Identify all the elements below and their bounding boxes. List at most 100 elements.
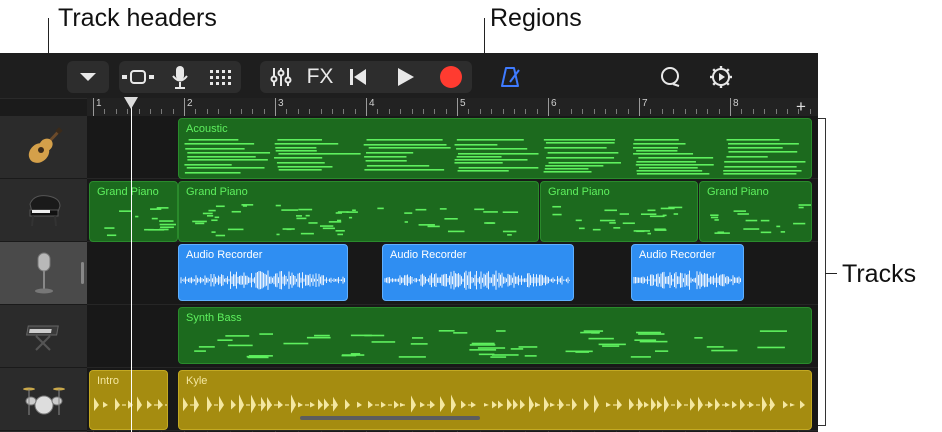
ruler[interactable]: 1 2 3 4 5 6 7 8 (87, 98, 818, 116)
ruler-bar-tick (639, 98, 640, 116)
ruler-minor-tick (775, 109, 777, 114)
record-button[interactable] (433, 61, 469, 93)
region-grand-piano[interactable]: Grand Piano (699, 181, 812, 242)
ruler-minor-tick (422, 109, 424, 114)
garageband-window: FX 1 2 3 4 5 6 7 8 + Acoustic Grand Pian… (0, 53, 818, 432)
settings-icon (710, 66, 732, 88)
playhead-handle[interactable] (124, 97, 138, 109)
region-audio-recorder[interactable]: Audio Recorder (382, 244, 574, 301)
synth-keyboard-icon (25, 325, 59, 351)
ruler-minor-tick (502, 109, 504, 114)
leader-line-tracks (825, 273, 837, 274)
midi-notes (104, 207, 176, 237)
play-button[interactable] (387, 61, 423, 93)
loop-browser-button[interactable] (652, 61, 688, 93)
ruler-bar-tick (275, 98, 276, 116)
acoustic-guitar-icon (28, 127, 63, 163)
drummer-pattern (183, 394, 805, 414)
mixer-button[interactable] (263, 61, 299, 93)
smart-controls-button[interactable] (203, 61, 239, 93)
region-grand-piano[interactable]: Grand Piano (178, 181, 539, 242)
track-header-audio-recorder[interactable] (0, 242, 87, 305)
ruler-bar-number: 2 (187, 98, 193, 109)
ruler-minor-tick (513, 109, 515, 114)
ruler-bar-tick (93, 98, 94, 116)
loop-icon (661, 67, 680, 87)
midi-notes (192, 204, 519, 237)
callout-track-headers: Track headers (58, 4, 217, 32)
ruler-minor-tick (627, 109, 629, 114)
region-drummer-kyle[interactable]: Kyle (178, 370, 812, 430)
region-drummer-intro[interactable]: Intro (89, 370, 168, 430)
ruler-minor-tick (536, 109, 538, 114)
region-grand-piano[interactable]: Grand Piano (89, 181, 178, 242)
horizontal-scrollbar[interactable] (300, 416, 480, 420)
ruler-minor-tick (206, 109, 208, 114)
ruler-minor-tick (263, 109, 265, 114)
ruler-minor-tick (764, 109, 766, 114)
ruler-bar-tick (184, 98, 185, 116)
ruler-bar-tick (548, 98, 549, 116)
region-grand-piano[interactable]: Grand Piano (540, 181, 698, 242)
drum-kit-icon (22, 387, 65, 415)
ruler-minor-tick (673, 109, 675, 114)
ruler-minor-tick (684, 109, 686, 114)
control-bar: FX (0, 53, 818, 99)
ruler-minor-tick (252, 109, 254, 114)
region-acoustic[interactable]: Acoustic (178, 118, 812, 179)
midi-notes (710, 204, 811, 234)
ruler-minor-tick (172, 109, 174, 114)
ruler-minor-tick (161, 109, 163, 114)
ruler-minor-tick (377, 109, 379, 114)
callout-regions: Regions (490, 4, 582, 32)
ruler-minor-tick (786, 109, 788, 114)
audio-waveform (384, 270, 570, 290)
mic-button[interactable] (162, 61, 198, 93)
drummer-pattern (94, 396, 167, 412)
ruler-bar-number: 4 (369, 98, 375, 109)
metronome-icon (501, 67, 520, 87)
track-header-grand-piano[interactable] (0, 179, 87, 242)
settings-button[interactable] (703, 61, 739, 93)
grid-icon (210, 70, 231, 85)
ruler-minor-tick (354, 109, 356, 114)
ruler-minor-tick (240, 109, 242, 114)
ruler-minor-tick (331, 109, 333, 114)
midi-notes (552, 205, 683, 235)
ruler-minor-tick (115, 109, 117, 114)
ruler-bar-number: 3 (278, 98, 284, 109)
track-resize-handle[interactable] (81, 262, 84, 284)
ruler-minor-tick (718, 109, 720, 114)
ruler-minor-tick (104, 109, 106, 114)
chevron-down-icon (80, 73, 96, 81)
region-synth-bass[interactable]: Synth Bass (178, 307, 812, 364)
ruler-minor-tick (411, 109, 413, 114)
track-header-synth-bass[interactable] (0, 305, 87, 368)
ruler-minor-tick (491, 109, 493, 114)
ruler-bar-number: 5 (460, 98, 466, 109)
add-section-button[interactable]: + (792, 98, 810, 116)
ruler-minor-tick (604, 109, 606, 114)
ruler-minor-tick (343, 109, 345, 114)
browser-menu-button[interactable] (70, 61, 106, 93)
ruler-minor-tick (195, 109, 197, 114)
fx-button[interactable]: FX (302, 61, 338, 93)
ruler-minor-tick (650, 109, 652, 114)
view-toggle-button[interactable] (120, 61, 156, 93)
grand-piano-icon (28, 195, 61, 227)
ruler-minor-tick (570, 109, 572, 114)
ruler-minor-tick (582, 109, 584, 114)
ruler-minor-tick (309, 109, 311, 114)
ruler-minor-tick (138, 109, 140, 114)
track-header-acoustic-guitar[interactable] (0, 116, 87, 179)
rewind-button[interactable] (340, 61, 376, 93)
ruler-minor-tick (741, 109, 743, 114)
metronome-button[interactable] (492, 61, 528, 93)
region-audio-recorder[interactable]: Audio Recorder (178, 244, 348, 301)
ruler-bar-number: 1 (96, 98, 102, 109)
region-audio-recorder[interactable]: Audio Recorder (631, 244, 744, 301)
ruler-minor-tick (286, 109, 288, 114)
ruler-minor-tick (388, 109, 390, 114)
rewind-icon (350, 69, 366, 85)
track-header-drummer[interactable] (0, 368, 87, 431)
